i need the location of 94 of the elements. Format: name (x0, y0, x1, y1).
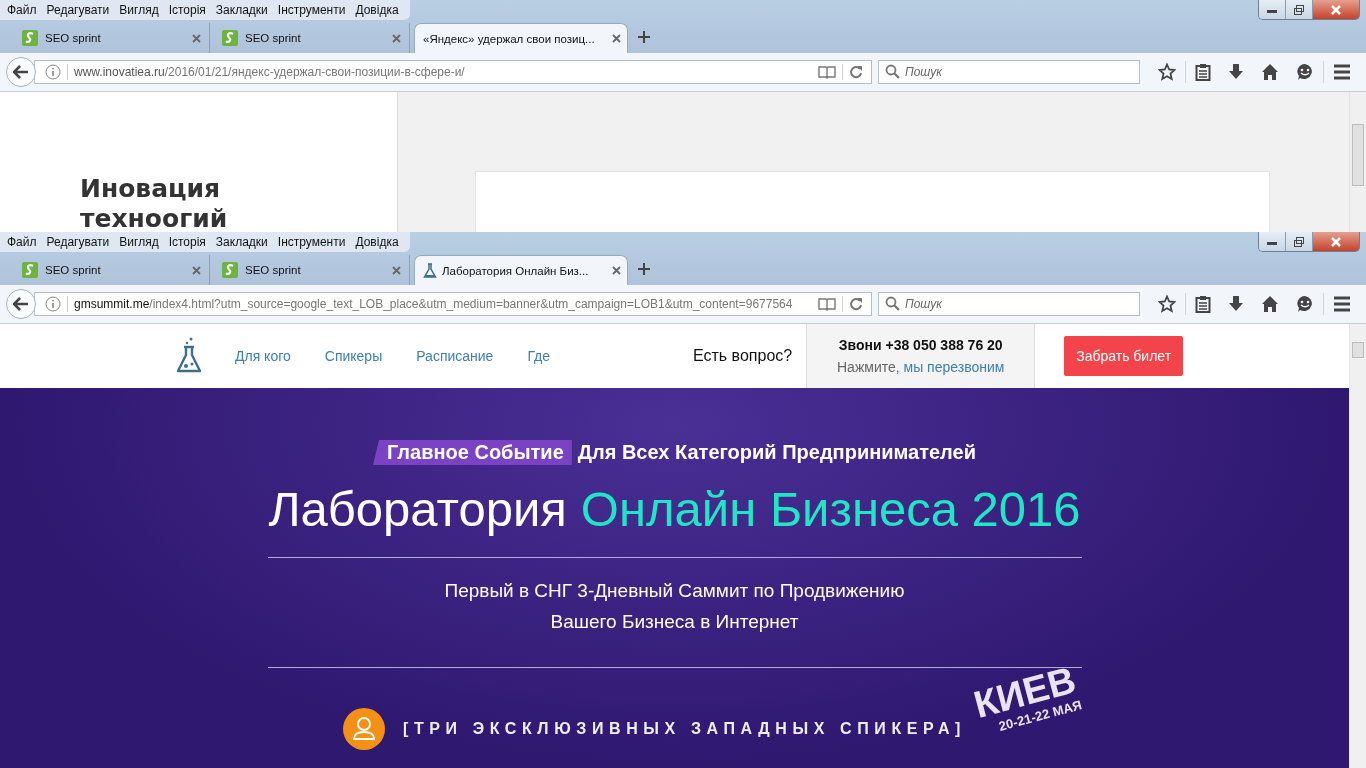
close-tab-icon[interactable] (392, 33, 401, 43)
speakers-heading: [ТРИ ЭКСКЛЮЗИВНЫХ ЗАПАДНЫХ СПИКЕРА] (403, 720, 966, 738)
close-button[interactable] (1313, 232, 1359, 251)
person-icon (343, 708, 385, 750)
subtitle-line: Первый в СНГ 3-Дневный Саммит по Продвижению (444, 580, 905, 602)
phone-number: Звони +38 050 388 76 20 (838, 337, 1003, 353)
back-button[interactable] (6, 289, 36, 319)
tab-title: SEO sprint (45, 264, 102, 276)
tab-title: «Яндекс» удержал свои позиц... (423, 32, 596, 45)
back-button[interactable] (6, 57, 36, 87)
subtitle-line: Вашего Бизнеса в Интернет (550, 611, 799, 633)
back-arrow-icon (13, 65, 29, 79)
hero-title-accent: Онлайн Бизнеса 2016 (580, 481, 1081, 537)
hero-title: Лаборатория (268, 481, 567, 537)
flask-logo-icon[interactable] (175, 337, 203, 375)
restore-button[interactable] (1286, 0, 1313, 19)
smiley-icon[interactable] (1296, 295, 1314, 313)
reload-icon[interactable] (849, 297, 863, 311)
menu-item[interactable]: Інструменти (272, 235, 351, 249)
menu-item[interactable]: Інструменти (272, 3, 351, 17)
s-logo-icon (222, 30, 238, 46)
browser-tab[interactable]: Лаборатория Онлайн Биз... (414, 255, 628, 285)
info-icon[interactable] (45, 296, 61, 312)
ticket-button[interactable]: Забрать билет (1064, 336, 1184, 376)
address-bar[interactable]: gmsummit.me/index4.html?utm_source=google_text_LOB_place&utm_medium=banner&utm_campaign=LOB1&utm_content=9677564 (34, 292, 872, 316)
callback-link[interactable]: мы перезвоним (903, 359, 1005, 375)
nav-link[interactable]: Спикеры (324, 348, 383, 364)
close-tab-icon[interactable] (612, 266, 621, 275)
close-tab-icon[interactable] (612, 34, 621, 43)
download-icon[interactable] (1228, 63, 1244, 81)
info-icon[interactable] (45, 64, 61, 80)
menu-item[interactable]: Файл (2, 3, 42, 17)
tagline: Для Всех Категорий Предпринимателей (577, 441, 976, 464)
menu-icon[interactable] (1333, 296, 1351, 312)
nav-link[interactable]: Расписание (416, 348, 494, 364)
reader-view-icon[interactable] (818, 297, 836, 311)
restore-icon (1293, 236, 1305, 247)
minimize-button[interactable] (1259, 232, 1286, 251)
nav-link[interactable]: Где (527, 348, 550, 364)
reload-icon[interactable] (849, 65, 863, 79)
menu-item[interactable]: Редагувати (41, 235, 115, 249)
home-icon[interactable] (1261, 63, 1279, 81)
bookmark-star-icon[interactable] (1158, 63, 1176, 81)
back-arrow-icon (13, 297, 29, 311)
search-field[interactable]: Пошук (878, 60, 1140, 84)
tab-title: Лаборатория Онлайн Биз... (442, 264, 590, 277)
new-tab-icon[interactable] (638, 31, 650, 43)
s-logo-icon (22, 262, 38, 278)
tab-title: SEO sprint (245, 32, 302, 44)
close-icon (1330, 4, 1342, 15)
close-tab-icon[interactable] (392, 265, 401, 275)
menu-item[interactable]: Довідка (350, 3, 404, 17)
close-icon (1330, 236, 1342, 247)
browser-tab[interactable]: «Яндекс» удержал свои позиц... (414, 23, 628, 53)
minimize-button[interactable] (1259, 0, 1286, 19)
menu-item[interactable]: Редагувати (41, 3, 115, 17)
menu-item[interactable]: Історія (163, 3, 211, 17)
home-icon[interactable] (1261, 295, 1279, 313)
search-field[interactable]: Пошук (878, 292, 1140, 316)
clipboard-list-icon[interactable] (1195, 295, 1211, 313)
smiley-icon[interactable] (1296, 63, 1314, 81)
menu-item[interactable]: Закладки (210, 3, 273, 17)
new-tab-icon[interactable] (638, 263, 650, 275)
url-text: www.inovatiea.ru/2016/01/21/яндекс-удержал-свои-позиции-в-сфере-и/ (74, 65, 466, 79)
scrollbar[interactable] (1349, 324, 1366, 768)
s-logo-icon (22, 30, 38, 46)
nav-link[interactable]: Для кого (235, 348, 291, 364)
close-button[interactable] (1313, 0, 1359, 19)
menu-item[interactable]: Довідка (350, 235, 404, 249)
clipboard-list-icon[interactable] (1195, 63, 1211, 81)
tab-title: SEO sprint (245, 264, 302, 276)
close-tab-icon[interactable] (192, 33, 201, 43)
menu-item[interactable]: Вигляд (114, 235, 164, 249)
restore-icon (1293, 4, 1305, 15)
menu-item[interactable]: Вигляд (114, 3, 164, 17)
reader-view-icon[interactable] (818, 65, 836, 79)
callback-text: Нажмите, (837, 359, 900, 375)
flask-icon (423, 262, 437, 279)
bookmark-star-icon[interactable] (1158, 295, 1176, 313)
scrollbar[interactable] (1349, 92, 1366, 232)
event-badge: Главное Событие (373, 440, 572, 465)
menu-item[interactable]: Історія (163, 235, 211, 249)
restore-button[interactable] (1286, 232, 1313, 251)
menu-icon[interactable] (1333, 64, 1351, 80)
site-title: Иновация техноогий (80, 174, 229, 232)
menu-item[interactable]: Закладки (210, 235, 273, 249)
url-text: gmsummit.me/index4.html?utm_source=google_text_LOB_place&utm_medium=banner&utm_campaign=LOB1&utm_content=9677564 (74, 297, 794, 311)
close-tab-icon[interactable] (192, 265, 201, 275)
tab-title: SEO sprint (45, 32, 102, 44)
menu-item[interactable]: Файл (2, 235, 42, 249)
s-logo-icon (222, 262, 238, 278)
download-icon[interactable] (1228, 295, 1244, 313)
address-bar[interactable]: www.inovatiea.ru/2016/01/21/яндекс-удержал-свои-позиции-в-сфере-и/ (34, 60, 872, 84)
question-label: Есть вопрос? (693, 347, 793, 365)
